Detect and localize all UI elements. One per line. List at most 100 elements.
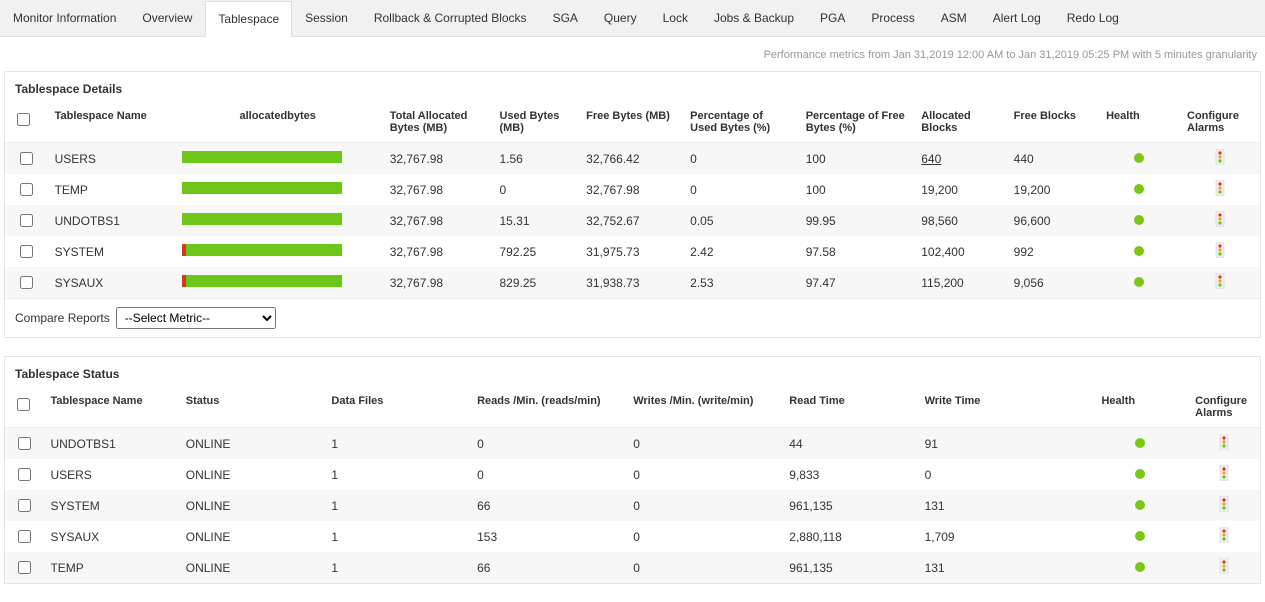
- row-checkbox[interactable]: [20, 214, 33, 227]
- traffic-light-icon: [1212, 242, 1228, 258]
- tab-alert-log[interactable]: Alert Log: [980, 0, 1054, 36]
- read-time-value: 2,880,118: [789, 530, 842, 544]
- write-time-value: 131: [925, 561, 945, 575]
- col-health2[interactable]: Health: [1093, 387, 1187, 428]
- pct-free-value: 97.58: [806, 245, 836, 259]
- used-bytes-value: 0: [499, 183, 506, 197]
- table-row[interactable]: SYSTEM32,767.98792.2531,975.732.4297.581…: [5, 236, 1260, 267]
- table-row[interactable]: TEMPONLINE1660961,135131: [5, 552, 1260, 583]
- row-checkbox[interactable]: [20, 245, 33, 258]
- row-checkbox[interactable]: [18, 468, 31, 481]
- table-row[interactable]: UNDOTBS1ONLINE1004491: [5, 428, 1260, 460]
- row-checkbox[interactable]: [20, 152, 33, 165]
- traffic-light-icon: [1216, 527, 1232, 543]
- configure-alarms-button[interactable]: [1216, 563, 1232, 577]
- tab-pga[interactable]: PGA: [807, 0, 858, 36]
- row-checkbox[interactable]: [18, 561, 31, 574]
- allocated-bytes-bar: [182, 182, 342, 194]
- configure-alarms-button[interactable]: [1212, 216, 1228, 230]
- configure-alarms-button[interactable]: [1216, 470, 1232, 484]
- pct-used-value: 0: [690, 183, 697, 197]
- tab-rollback-corrupted-blocks[interactable]: Rollback & Corrupted Blocks: [361, 0, 540, 36]
- col-health[interactable]: Health: [1098, 102, 1179, 143]
- tablespace-details-section: Tablespace Details Tablespace Name alloc…: [4, 71, 1261, 338]
- col-config2[interactable]: Configure Alarms: [1187, 387, 1260, 428]
- tab-monitor-information[interactable]: Monitor Information: [0, 0, 129, 36]
- datafiles-value: 1: [331, 437, 338, 451]
- tab-session[interactable]: Session: [292, 0, 361, 36]
- write-time-value: 0: [925, 468, 932, 482]
- table-row[interactable]: USERSONLINE1009,8330: [5, 459, 1260, 490]
- tab-asm[interactable]: ASM: [928, 0, 980, 36]
- performance-range-text: Performance metrics from Jan 31,2019 12:…: [0, 45, 1265, 71]
- used-bytes-value: 15.31: [499, 214, 529, 228]
- col-write-time[interactable]: Write Time: [917, 387, 1094, 428]
- alloc-blocks-value: 102,400: [921, 245, 964, 259]
- col-datafiles[interactable]: Data Files: [323, 387, 469, 428]
- col-allocbytes[interactable]: allocatedbytes: [174, 102, 382, 143]
- tab-redo-log[interactable]: Redo Log: [1054, 0, 1132, 36]
- col-alloc-blocks[interactable]: Allocated Blocks: [913, 102, 1005, 143]
- col-free-blocks[interactable]: Free Blocks: [1006, 102, 1098, 143]
- col-read-time[interactable]: Read Time: [781, 387, 916, 428]
- col-config-alarms[interactable]: Configure Alarms: [1179, 102, 1260, 143]
- col-name[interactable]: Tablespace Name: [47, 102, 174, 143]
- traffic-light-icon: [1216, 465, 1232, 481]
- tab-query[interactable]: Query: [591, 0, 650, 36]
- read-time-value: 9,833: [789, 468, 819, 482]
- col-writes[interactable]: Writes /Min. (write/min): [625, 387, 781, 428]
- allocated-bytes-bar: [182, 275, 342, 287]
- row-checkbox[interactable]: [20, 183, 33, 196]
- table-row[interactable]: USERS32,767.981.5632,766.420100640440: [5, 143, 1260, 175]
- col-pct-used[interactable]: Percentage of Used Bytes (%): [682, 102, 798, 143]
- total-alloc-value: 32,767.98: [390, 183, 443, 197]
- alloc-blocks-link[interactable]: 640: [921, 152, 941, 166]
- traffic-light-icon: [1212, 149, 1228, 165]
- configure-alarms-button[interactable]: [1216, 532, 1232, 546]
- table-row[interactable]: SYSTEMONLINE1660961,135131: [5, 490, 1260, 521]
- used-bytes-value: 829.25: [499, 276, 536, 290]
- table-row[interactable]: SYSAUXONLINE115302,880,1181,709: [5, 521, 1260, 552]
- select-all-details-checkbox[interactable]: [17, 113, 30, 126]
- allocated-bytes-bar: [182, 151, 342, 163]
- tab-sga[interactable]: SGA: [540, 0, 591, 36]
- table-row[interactable]: SYSAUX32,767.98829.2531,938.732.5397.471…: [5, 267, 1260, 298]
- allocated-bytes-bar: [182, 213, 342, 225]
- tab-overview[interactable]: Overview: [129, 0, 205, 36]
- row-checkbox[interactable]: [18, 499, 31, 512]
- configure-alarms-button[interactable]: [1216, 501, 1232, 515]
- col-status[interactable]: Status: [178, 387, 324, 428]
- status-value: ONLINE: [186, 437, 231, 451]
- table-row[interactable]: TEMP32,767.98032,767.98010019,20019,200: [5, 174, 1260, 205]
- configure-alarms-button[interactable]: [1212, 247, 1228, 261]
- tab-jobs-backup[interactable]: Jobs & Backup: [701, 0, 807, 36]
- free-blocks-value: 9,056: [1014, 276, 1044, 290]
- select-all-status-checkbox[interactable]: [17, 398, 30, 411]
- row-checkbox[interactable]: [20, 276, 33, 289]
- tablespace-name: SYSAUX: [50, 530, 99, 544]
- table-row[interactable]: UNDOTBS132,767.9815.3132,752.670.0599.95…: [5, 205, 1260, 236]
- col-ts-name[interactable]: Tablespace Name: [42, 387, 177, 428]
- configure-alarms-button[interactable]: [1212, 185, 1228, 199]
- col-reads[interactable]: Reads /Min. (reads/min): [469, 387, 625, 428]
- used-bytes-value: 792.25: [499, 245, 536, 259]
- configure-alarms-button[interactable]: [1212, 154, 1228, 168]
- tablespace-name: SYSAUX: [55, 276, 104, 290]
- col-free-bytes[interactable]: Free Bytes (MB): [578, 102, 682, 143]
- pct-used-value: 2.42: [690, 245, 713, 259]
- tablespace-name: TEMP: [55, 183, 88, 197]
- traffic-light-icon: [1216, 496, 1232, 512]
- tab-tablespace[interactable]: Tablespace: [205, 1, 292, 37]
- tab-process[interactable]: Process: [858, 0, 927, 36]
- configure-alarms-button[interactable]: [1212, 278, 1228, 292]
- row-checkbox[interactable]: [18, 530, 31, 543]
- writes-min-value: 0: [633, 561, 640, 575]
- compare-metric-select[interactable]: --Select Metric--: [116, 307, 276, 329]
- col-pct-free[interactable]: Percentage of Free Bytes (%): [798, 102, 914, 143]
- col-used-bytes[interactable]: Used Bytes (MB): [491, 102, 578, 143]
- tablespace-name: UNDOTBS1: [50, 437, 115, 451]
- configure-alarms-button[interactable]: [1216, 439, 1232, 453]
- row-checkbox[interactable]: [18, 437, 31, 450]
- tab-lock[interactable]: Lock: [650, 0, 701, 36]
- col-total-alloc[interactable]: Total Allocated Bytes (MB): [382, 102, 492, 143]
